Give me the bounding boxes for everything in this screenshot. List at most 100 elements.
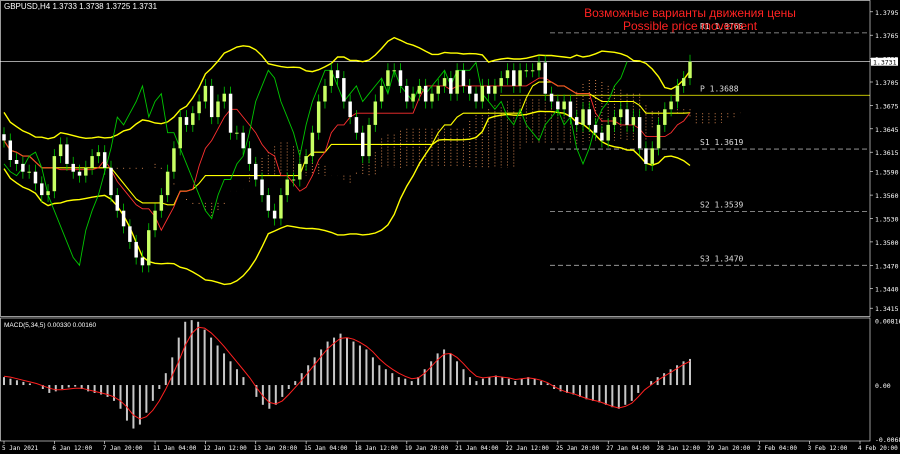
candle-body <box>600 132 604 141</box>
candle-body <box>21 163 25 172</box>
annotation-en: Possible price movement <box>622 19 758 33</box>
candle-body <box>417 85 422 94</box>
candle-body <box>27 171 31 173</box>
pivot-label-s3: S3 1.3470 <box>700 254 744 263</box>
macd-panel: MACD(5,34,5) 0.00330 0.00160 <box>3 320 691 429</box>
ohlc-label: 1.3733 1.3738 1.3725 1.3731 <box>52 2 158 11</box>
candle-body <box>455 70 459 94</box>
candle-body <box>619 109 623 118</box>
candle-body <box>354 117 359 133</box>
candle-body <box>631 117 636 125</box>
candle-body <box>367 124 371 157</box>
candle-body <box>304 156 308 164</box>
macd-panel-frame <box>0 317 871 442</box>
candle-body <box>650 148 654 164</box>
price-tick-label: 1.3530 <box>875 216 899 224</box>
time-tick-label: 29 Jan 20:00 <box>707 445 751 452</box>
candle-body <box>40 183 44 196</box>
candle-body <box>467 85 472 94</box>
candle-body <box>65 144 69 164</box>
macd-tick-label: 0.00816 <box>875 318 900 326</box>
time-tick-label: 7 Jan 20:00 <box>103 445 143 452</box>
candle-body <box>209 85 214 118</box>
candle-body <box>480 85 485 102</box>
candle-body <box>423 85 428 102</box>
candle-body <box>191 113 195 125</box>
price-tick-label: 1.3675 <box>875 102 899 110</box>
time-tick-label: 25 Jan 20:00 <box>556 445 600 452</box>
candle-body <box>14 160 19 164</box>
candle-body <box>71 163 75 172</box>
chart-header: GBPUSD,H4 1.3733 1.3738 1.3725 1.3731 <box>4 2 157 11</box>
candle-body <box>512 70 516 86</box>
candle-body <box>329 70 333 86</box>
candle-body <box>518 70 522 86</box>
candle-body <box>165 171 170 196</box>
candle-body <box>279 195 283 219</box>
candle-body <box>644 148 648 164</box>
candle-body <box>581 109 585 125</box>
chart-canvas: R1 1.3768P 1.3688S1 1.3619S2 1.3539S3 1.… <box>0 0 900 452</box>
candle-body <box>260 179 264 196</box>
pivot-label-s2: S2 1.3539 <box>700 200 744 209</box>
candle-body <box>656 124 661 149</box>
candle-body <box>8 140 13 160</box>
candle-body <box>241 132 245 149</box>
candle-body <box>203 85 208 102</box>
candle-body <box>612 117 617 125</box>
candle-body <box>524 70 529 72</box>
price-tick-label: 1.3560 <box>875 192 899 200</box>
candle-body <box>140 257 145 266</box>
candle-body <box>398 70 403 86</box>
candle-body <box>392 70 396 72</box>
candle-body <box>411 93 415 102</box>
candle-body <box>505 70 510 79</box>
current-price-label: 1.3731 <box>873 59 897 67</box>
chikou-line <box>3 61 628 267</box>
candle-body <box>373 101 378 125</box>
price-tick-label: 1.3765 <box>875 32 899 40</box>
kijun-line <box>3 81 691 206</box>
candle-body <box>310 132 315 157</box>
candle-body <box>77 171 82 176</box>
candle-body <box>386 70 390 86</box>
candle-body <box>96 152 101 157</box>
price-tick-label: 1.3440 <box>875 286 899 294</box>
candle-body <box>474 93 478 102</box>
price-tick-label: 1.3500 <box>875 239 899 247</box>
candle-body <box>379 85 384 102</box>
candle-body <box>153 210 157 231</box>
candle-body <box>291 179 296 181</box>
time-tick-label: 3 Feb 12:00 <box>808 445 848 452</box>
price-tick-label: 1.3705 <box>875 79 899 87</box>
candle-body <box>197 101 201 114</box>
time-tick-label: 11 Jan 04:00 <box>153 445 197 452</box>
candle-body <box>58 144 63 157</box>
candle-body <box>342 78 346 102</box>
time-tick-label: 4 Feb 20:00 <box>858 445 898 452</box>
candle-body <box>493 85 497 94</box>
indicator-lines <box>3 36 691 286</box>
price-tick-label: 1.3590 <box>875 169 899 177</box>
bollinger-upper <box>3 36 691 140</box>
candle-body <box>102 152 107 168</box>
candle-body <box>543 62 547 94</box>
candle-body <box>430 93 434 102</box>
candle-body <box>593 124 598 133</box>
symbol-label: GBPUSD,H4 <box>4 2 51 11</box>
annotation-ru: Возможные варианты движения цены <box>584 6 796 20</box>
candle-body <box>663 109 667 125</box>
candle-body <box>348 101 352 118</box>
candle-body <box>52 156 57 192</box>
time-tick-label: 6 Jan 12:00 <box>52 445 92 452</box>
candle-body <box>436 85 440 94</box>
candle-body <box>254 163 258 180</box>
candle-body <box>335 70 340 79</box>
candle-body <box>121 210 126 227</box>
candle-body <box>499 78 503 86</box>
ichimoku-cloud <box>110 80 735 217</box>
price-tick-label: 1.3615 <box>875 149 899 157</box>
candle-body <box>266 195 271 211</box>
candle-body <box>90 156 94 168</box>
macd-tick-label: 0.00 <box>875 382 891 390</box>
